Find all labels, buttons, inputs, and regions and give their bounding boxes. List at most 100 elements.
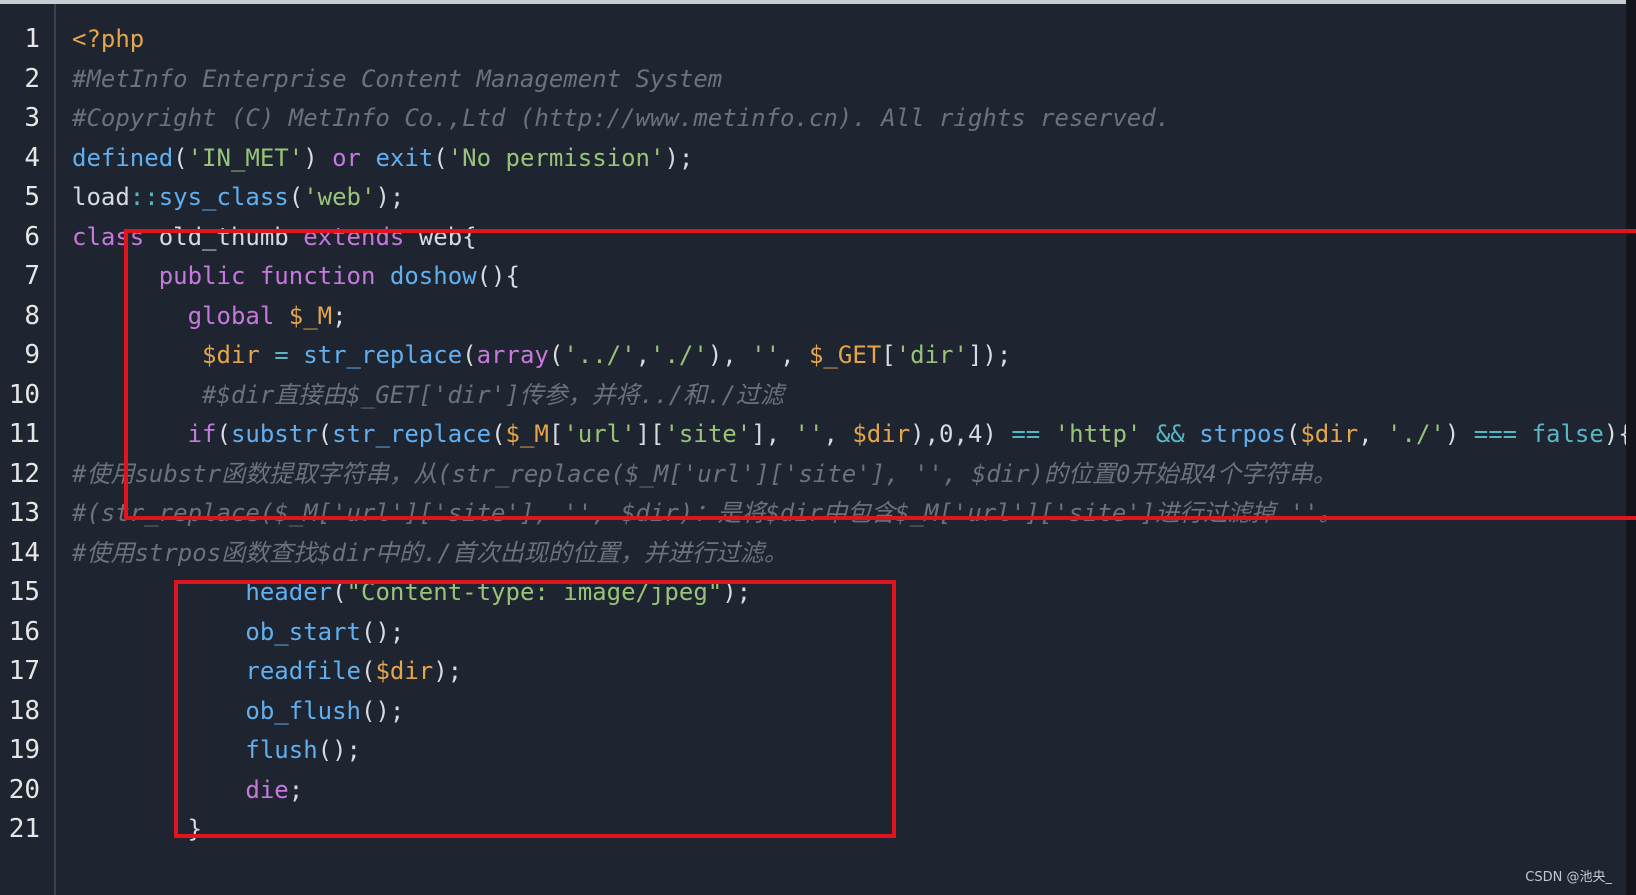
code-token: ) [303,143,333,172]
code-text: class old_thumb extends web{ [72,217,477,258]
code-token: if [187,420,217,448]
code-line: 1 <?php [0,19,1626,60]
line-number: 21 [8,814,40,844]
code-line: 19 flush(); [0,730,1626,771]
code-token: 'site' [664,420,752,448]
line-number: 16 [8,616,40,647]
code-text: ob_start(); [72,612,404,653]
code-token: $_M [288,301,333,330]
code-text: readfile($dir); [72,651,462,692]
code-token: ); [433,657,463,685]
code-token: ( [433,143,448,172]
code-token: extends [303,222,405,251]
line-number: 10 [8,379,40,410]
code-token: ); [664,143,694,172]
code-token: '' [751,341,781,369]
code-token: $_GET [808,341,882,369]
code-token: ( [288,183,304,211]
code-token: './' [1387,420,1445,448]
code-token: ); [722,578,752,606]
code-text: #(str_replace($_M['url']['site'], '', $d… [72,493,1343,534]
code-token: $dir [1300,420,1359,448]
code-text: global $_M; [72,296,347,337]
line-number: 7 [24,261,40,291]
line-number: 15 [8,577,40,607]
code-token: die [245,775,289,804]
code-token: , [780,341,809,369]
code-line: 14 #使用strpos函数查找$dir中的./首次出现的位置，并进行过滤。 [0,533,1626,574]
code-token: header [245,578,333,606]
code-token: ob_flush [245,696,361,725]
code-line: 2 #MetInfo Enterprise Content Management … [0,59,1626,100]
code-token: str_replace [332,420,492,448]
code-text: load::sys_class('web'); [72,177,404,218]
code-token: ); [375,183,405,211]
code-token: doshow [389,262,477,290]
code-token: array [476,341,549,369]
code-token: #(str_replace($_M['url']['site'], '', $d… [72,499,1343,527]
code-token: #MetInfo Enterprise Content Management S… [72,64,723,93]
code-token: ][ [635,420,665,448]
code-token: substr [230,420,318,448]
code-editor: 1 <?php 2 #MetInfo Enterprise Content Manag… [0,0,1636,895]
code-token: ( [462,341,477,369]
code-token: ( [491,420,506,448]
code-token: $dir [375,657,434,685]
code-token: #Copyright (C) MetInfo Co.,Ltd (http://w… [72,104,1171,132]
line-number: 19 [8,735,40,765]
code-token: or [332,143,362,172]
code-token: defined [72,143,174,172]
code-token: str_replace [303,341,463,369]
window-right-border [1626,0,1636,895]
code-token: $dir [852,420,911,448]
code-token: ( [548,341,564,369]
code-token: === [1473,420,1518,448]
code-text: $dir = str_replace(array('../','./'), ''… [72,335,1011,376]
code-token: ob_start [245,617,361,646]
code-line: 10 #$dir直接由$_GET['dir']传参，并将../和./过滤 [0,375,1626,416]
code-token: ; [332,301,347,330]
code-line: 18 ob_flush(); [0,691,1626,732]
code-line: 20 die; [0,770,1626,811]
line-number: 5 [24,182,40,212]
code-token: '../' [563,341,636,369]
code-text: #MetInfo Enterprise Content Management S… [72,59,722,100]
code-token: ( [216,420,231,448]
code-token: ], [751,420,795,448]
code-text: if(substr(str_replace($_M['url']['site']… [72,414,1633,455]
code-token: ( [1285,420,1301,448]
code-token: , [823,420,853,448]
code-token: '' [794,420,824,448]
code-line: 11 if(substr(str_replace($_M['url']['sit… [0,414,1633,455]
code-token: function [259,262,376,290]
code-line: 7 public function doshow(){ [0,256,1626,297]
code-token: ) [1444,420,1474,448]
code-token: ( [360,657,376,685]
line-number: 20 [8,774,40,805]
line-number: 8 [24,300,40,331]
code-token: (); [317,736,361,764]
code-token: exit [375,143,434,172]
code-token: (){ [476,262,520,290]
code-token: ), [707,341,752,369]
code-token: ( [317,420,333,448]
line-number: 4 [24,142,40,173]
code-token: <?php [72,25,145,53]
code-token: [ [881,341,896,369]
line-number: 11 [8,419,40,449]
